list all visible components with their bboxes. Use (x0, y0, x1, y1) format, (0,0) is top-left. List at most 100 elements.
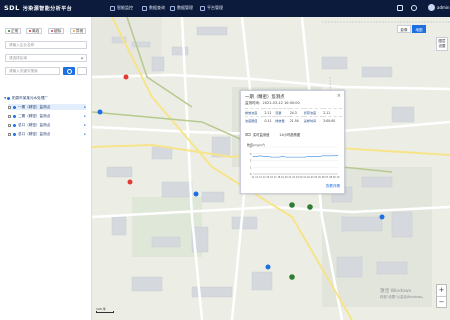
map-type-map-button[interactable]: 地图 (412, 25, 426, 33)
region-select[interactable]: 请选择区域 (5, 54, 87, 62)
data-point (263, 156, 265, 157)
checkbox[interactable] (8, 105, 11, 109)
filter-abnormal-button[interactable]: 异常 (70, 28, 87, 34)
x-tick-label: 10 (337, 176, 340, 179)
map-marker-icon[interactable] (289, 202, 295, 208)
data-point (322, 155, 324, 157)
data-point (256, 156, 258, 157)
nav-platform-manage[interactable]: 平台管理 (200, 5, 223, 11)
nav-smart-monitor[interactable]: 智能监控 (110, 5, 133, 11)
chevron-right-icon: ▸ (84, 105, 86, 109)
data-point (326, 155, 328, 157)
fullscreen-icon[interactable] (397, 5, 403, 11)
enterprise-search-input[interactable]: 请输入企业名称 (5, 41, 87, 49)
table-cell: 2:00:00 (323, 116, 342, 125)
table-icon (142, 5, 147, 11)
tree-item-point-4[interactable]: 总口（精密）监测点 ▸ (8, 131, 86, 137)
map-marker-icon[interactable] (307, 204, 313, 210)
nav-data-manage[interactable]: 数据管理 (170, 5, 193, 11)
table-cell: 24.3 (289, 108, 304, 117)
location-icon (7, 96, 10, 100)
map-marker-icon[interactable] (97, 109, 103, 115)
table-cell: 排放浓度 (245, 108, 265, 117)
tree-item-point-1[interactable]: 一期（精密）监测点 ▸ (8, 104, 86, 110)
chevron-right-icon: ▸ (84, 132, 86, 136)
popup-title: 一期（精密）监测点 (245, 95, 285, 100)
user-name[interactable]: admin (437, 5, 450, 10)
map-marker-icon[interactable] (265, 264, 271, 270)
table-row: 浓度限值 0.11 排放量 21.54 采样时间 2:00:00 (245, 116, 342, 125)
more-link[interactable]: 查看详情 (326, 184, 340, 189)
notification-icon[interactable] (411, 5, 417, 11)
scale-bar (96, 311, 114, 313)
popup-time: 监测时间：2021-03-12 10:00:00 (245, 101, 300, 105)
zoom-out-button[interactable]: − (437, 297, 446, 308)
chevron-right-icon: ▸ (84, 123, 86, 127)
table-cell: 流量 (275, 108, 290, 117)
windows-watermark: 激活 Windows 转到"设置"以激活Windows。 (380, 289, 425, 300)
location-icon (13, 123, 16, 127)
table-cell: 2.11 (323, 108, 342, 117)
trend-chart: 0123411 12 13 14 15 16 17 18 19 20 21 22 23 00 01 02 03 0… (250, 145, 340, 179)
table-cell: 2.11 (264, 108, 276, 117)
data-point (252, 156, 254, 157)
realtime-toggle[interactable] (245, 133, 251, 136)
data-point (278, 156, 280, 158)
map-marker-icon[interactable] (289, 274, 295, 280)
layer-button[interactable]: 图层 设置 (436, 37, 448, 51)
popup-table: 排放浓度 2.11 流量 24.3 折算浓度 2.11 浓度限值 0.11 排放… (245, 108, 342, 125)
map-marker-icon[interactable] (379, 214, 385, 220)
app-logo: SDL 污染源智能分析平台 (4, 4, 73, 12)
realtime-toggle-row: 实时监测值 24小时趋势图 (245, 132, 300, 137)
filter-offline-button[interactable]: 离线 (26, 28, 43, 34)
data-point (304, 156, 306, 158)
settings-icon (200, 5, 205, 11)
checkbox[interactable] (8, 132, 11, 136)
checkbox[interactable] (8, 123, 11, 127)
status-dot-icon (73, 30, 75, 32)
tree-item-plant[interactable]: ▼ 阳泉市某某污水处理厂 (4, 95, 86, 101)
filter-exceed-button[interactable]: 超标 (48, 28, 65, 34)
status-dot-icon (51, 30, 53, 32)
checkbox[interactable] (8, 114, 11, 118)
table-cell: 0.11 (264, 116, 276, 125)
tree-item-point-3[interactable]: 总口（精密）监测点 ▸ (8, 122, 86, 128)
keyword-search-input[interactable]: 请输入关键字搜索 (5, 67, 60, 75)
map-marker-icon[interactable] (127, 179, 133, 185)
location-icon (13, 105, 16, 109)
data-point (315, 156, 317, 157)
map-scale: 100 米 (96, 307, 114, 313)
map-marker-icon[interactable] (193, 191, 199, 197)
map-type-image-button[interactable]: 影像 (397, 25, 411, 33)
data-point (260, 155, 261, 157)
avatar[interactable] (428, 4, 435, 11)
data-point (282, 156, 283, 157)
close-icon[interactable]: × (337, 93, 341, 99)
data-point (296, 156, 298, 158)
data-point (267, 156, 269, 157)
table-cell: 采样时间 (303, 116, 324, 125)
top-bar: SDL 污染源智能分析平台 智能监控 数据查询 数据管理 平台管理 admin (0, 0, 450, 17)
location-icon (13, 132, 16, 136)
toggle-label: 实时监测值 (253, 133, 270, 137)
table-cell: 21.54 (289, 116, 304, 125)
data-point (333, 155, 335, 157)
filter-normal-button[interactable]: 正常 (5, 28, 22, 34)
zoom-control: + − (436, 284, 447, 308)
data-point (293, 156, 295, 158)
data-point (289, 156, 291, 158)
list-view-button[interactable] (77, 67, 87, 75)
search-button[interactable] (63, 67, 75, 75)
chart-title: 24小时趋势图 (279, 133, 301, 137)
data-point (330, 155, 331, 157)
table-row: 排放浓度 2.11 流量 24.3 折算浓度 2.11 (245, 108, 342, 117)
nav-data-query[interactable]: 数据查询 (142, 5, 165, 11)
table-cell: 浓度限值 (245, 116, 265, 125)
data-point (311, 156, 313, 157)
table-cell: 折算浓度 (303, 108, 324, 117)
data-point (337, 154, 339, 156)
tree-item-point-2[interactable]: 二期（精密）监测点 ▸ (8, 113, 86, 119)
sidebar: 正常 离线 超标 异常 请输入企业名称 请选择区域 请输入关键字搜索 ▼ 阳泉市某… (0, 17, 92, 320)
zoom-in-button[interactable]: + (437, 285, 446, 296)
map-marker-icon[interactable] (123, 74, 129, 80)
